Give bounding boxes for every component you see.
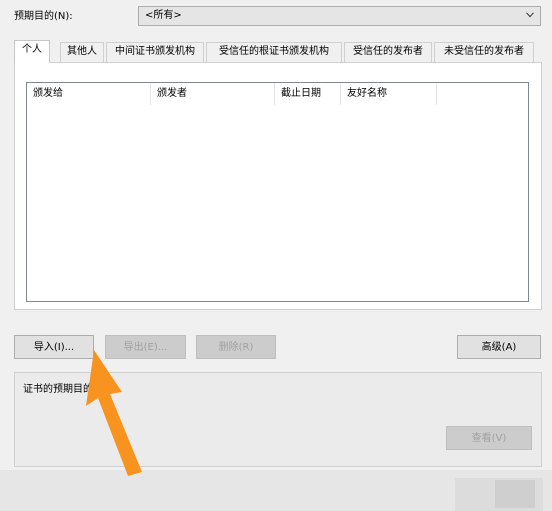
blurred-region-inner [495,480,535,508]
advanced-button[interactable]: 高级(A) [457,335,541,359]
tab-trusted-publishers[interactable]: 受信任的发布者 [344,42,432,62]
view-button[interactable]: 查看(V) [446,426,532,450]
tab-personal[interactable]: 个人 [14,40,50,63]
certificate-list[interactable]: 颁发给 颁发者 截止日期 友好名称 [26,82,529,302]
tab-untrusted-publishers[interactable]: 未受信任的发布者 [434,42,534,62]
tab-panel: 颁发给 颁发者 截止日期 友好名称 [14,62,542,310]
column-issued-by[interactable]: 颁发者 [151,83,275,105]
delete-button[interactable]: 删除(R) [196,335,276,359]
certificate-store-tabs: 个人 其他人 中间证书颁发机构 受信任的根证书颁发机构 受信任的发布者 未受信任… [14,40,534,63]
column-expiration-date[interactable]: 截止日期 [275,83,341,105]
purpose-dropdown[interactable]: <所有> [138,6,541,26]
tab-intermediate-ca[interactable]: 中间证书颁发机构 [106,42,204,62]
chevron-down-icon [526,12,534,18]
tab-other-people[interactable]: 其他人 [60,42,104,62]
purpose-dropdown-value: <所有> [145,10,182,21]
list-header: 颁发给 颁发者 截止日期 友好名称 [27,83,528,105]
annotation-arrow-icon [86,350,142,476]
column-friendly-name[interactable]: 友好名称 [341,83,437,105]
purpose-label: 预期目的(N): [14,11,73,22]
column-issued-to[interactable]: 颁发给 [27,83,151,105]
tab-trusted-root-ca[interactable]: 受信任的根证书颁发机构 [206,42,342,62]
